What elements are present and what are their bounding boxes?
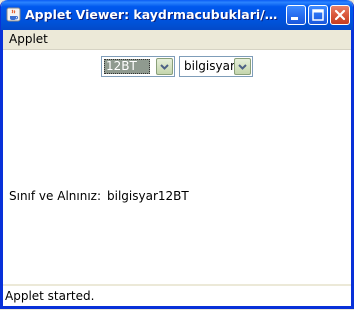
applet-content-area: 12BT bilgisyar Sınıf ve Alnınız: bilgisya… [3,50,351,284]
department-combo-dropdown-button[interactable] [234,58,251,75]
maximize-button[interactable] [308,5,328,25]
window-frame-right [351,30,353,308]
class-combo-value: 12BT [104,59,150,74]
window-frame-left [1,30,3,308]
applet-viewer-window: Applet Viewer: kaydrmacubuklari/New... A… [0,0,354,309]
title-bar[interactable]: Applet Viewer: kaydrmacubuklari/New... [1,0,353,30]
minimize-button[interactable] [286,5,306,25]
result-value: bilgisyar12BT [107,189,189,203]
menu-bar: Applet [1,30,353,50]
status-bar: Applet started. [3,286,351,306]
java-cup-icon [6,7,21,22]
close-button[interactable] [330,5,350,25]
status-text: Applet started. [5,289,95,303]
menu-applet[interactable]: Applet [5,32,52,46]
department-combo[interactable]: bilgisyar [179,56,253,77]
result-label: Sınıf ve Alnınız: [9,189,101,203]
class-combo[interactable]: 12BT [101,56,175,77]
result-line: Sınıf ve Alnınız: bilgisyar12BT [9,189,189,203]
window-title: Applet Viewer: kaydrmacubuklari/New... [25,7,283,22]
department-combo-value: bilgisyar [184,59,235,73]
class-combo-dropdown-button[interactable] [156,58,173,75]
window-frame-bottom [1,306,353,308]
